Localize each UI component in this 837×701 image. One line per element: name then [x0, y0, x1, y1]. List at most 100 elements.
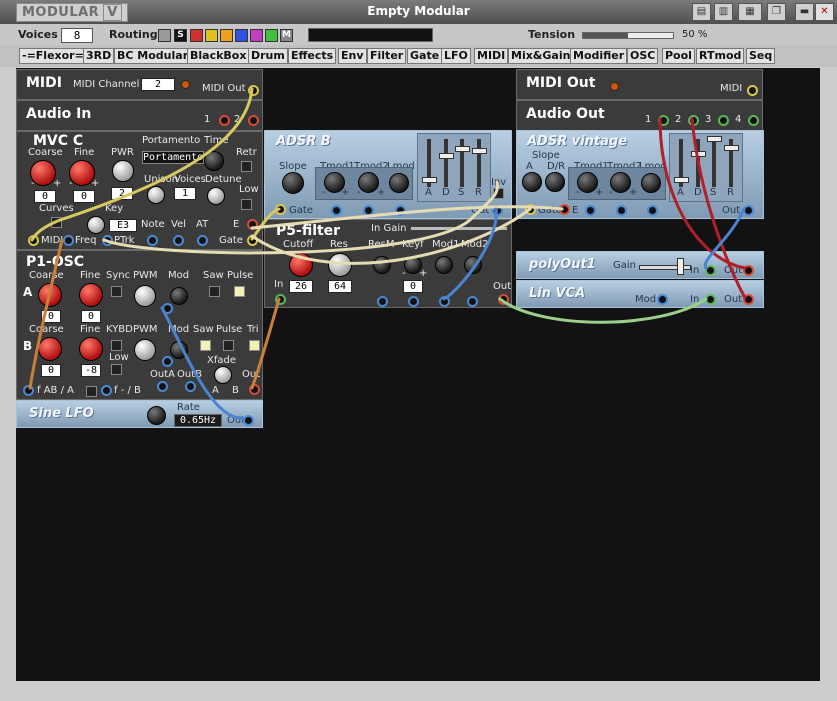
env-port[interactable]: [247, 219, 258, 230]
tmod2-port[interactable]: [616, 205, 627, 216]
save-as-icon[interactable]: ▥: [714, 3, 733, 21]
category-button[interactable]: 3RD: [83, 48, 115, 64]
resm-knob[interactable]: [373, 256, 391, 274]
audio-out-module[interactable]: Audio Out 1 2 3 4: [516, 100, 763, 131]
gain-slider-handle[interactable]: [677, 258, 684, 275]
freq-port[interactable]: [63, 235, 74, 246]
attack-fader-handle[interactable]: [422, 177, 437, 183]
b-pwm-knob[interactable]: [134, 339, 156, 361]
b-pulse-button[interactable]: [223, 340, 234, 351]
detune-knob[interactable]: [207, 187, 225, 205]
f-ab-button[interactable]: [86, 386, 97, 397]
xfade-knob[interactable]: [214, 366, 232, 384]
decay-fader[interactable]: [696, 139, 700, 187]
polyout1-module[interactable]: polyOut1 Gain In Out: [516, 251, 764, 279]
outb-port[interactable]: [185, 381, 196, 392]
audio-in-port-1[interactable]: [219, 115, 230, 126]
lmod-knob[interactable]: [389, 173, 409, 193]
category-button[interactable]: BC Modular: [114, 48, 192, 64]
gate-in-port[interactable]: [275, 204, 286, 215]
routing-color-button[interactable]: [190, 29, 203, 42]
category-button[interactable]: Gate: [407, 48, 443, 64]
routing-m-button[interactable]: M: [280, 29, 293, 42]
close-icon[interactable]: ✕: [815, 3, 834, 21]
decay-fader[interactable]: [444, 139, 448, 187]
audio-out-port-3[interactable]: [718, 115, 729, 126]
slope-dr-knob[interactable]: [545, 172, 565, 192]
sustain-fader[interactable]: [712, 139, 716, 187]
routing-grey-button[interactable]: [158, 29, 171, 42]
audio-out-port-2[interactable]: [688, 115, 699, 126]
routing-color-button[interactable]: [220, 29, 233, 42]
outa-port[interactable]: [157, 381, 168, 392]
release-fader-handle[interactable]: [724, 145, 739, 151]
audio-out-port-4[interactable]: [748, 115, 759, 126]
portamento-mode-select[interactable]: Portamento: [142, 151, 204, 164]
mvc-c-module[interactable]: MVC C Coarse Fine PWR Portamento Time Re…: [16, 131, 263, 250]
a-pulse-button[interactable]: [234, 286, 245, 297]
slope-knob[interactable]: [282, 172, 304, 194]
category-button[interactable]: MIDI: [474, 48, 509, 64]
mod1-port[interactable]: [439, 296, 450, 307]
sync-button[interactable]: [111, 286, 122, 297]
a-mod-knob[interactable]: [170, 287, 188, 305]
adsr-vintage-module[interactable]: ADSR vintage Slope A D/R Tmod1 Tmod2 Lmo…: [516, 130, 764, 219]
p5-filter-module[interactable]: P5-filter In Gain Cutoff Res ResM Keyf M…: [264, 219, 512, 308]
vca-mod-port[interactable]: [657, 294, 668, 305]
time-knob[interactable]: [204, 151, 224, 171]
routing-color-button[interactable]: [265, 29, 278, 42]
invert-button[interactable]: [493, 188, 504, 199]
routing-color-button[interactable]: [250, 29, 263, 42]
tmod1-port[interactable]: [585, 205, 596, 216]
category-button[interactable]: OSC: [627, 48, 659, 64]
category-button[interactable]: -=Flexor=-: [19, 48, 92, 64]
cutoff-knob[interactable]: [289, 253, 313, 277]
vca-in-port[interactable]: [705, 294, 716, 305]
keyboard-icon[interactable]: ▦: [738, 3, 762, 21]
category-button[interactable]: Effects: [288, 48, 337, 64]
tmod2-knob[interactable]: [358, 172, 379, 193]
out-port[interactable]: [249, 384, 260, 395]
copy-icon[interactable]: ❐: [767, 3, 786, 21]
gate-port[interactable]: [247, 235, 258, 246]
adsr-b-module[interactable]: ADSR B Slope Tmod1 Tmod2 Lmod - + - + A …: [264, 130, 512, 219]
routing-color-button[interactable]: [235, 29, 248, 42]
release-fader[interactable]: [477, 139, 481, 187]
routing-s-button[interactable]: S: [174, 29, 187, 42]
note-port[interactable]: [147, 235, 158, 246]
sustain-fader-handle[interactable]: [455, 146, 470, 152]
pwr-knob[interactable]: [112, 160, 134, 182]
low-button[interactable]: [111, 364, 122, 375]
b-mod-knob[interactable]: [170, 341, 188, 359]
f-b-port[interactable]: [101, 385, 112, 396]
sine-lfo-module[interactable]: Sine LFO Rate 0.65Hz Out: [16, 400, 263, 428]
resm-port[interactable]: [377, 296, 388, 307]
polyout-out-port[interactable]: [743, 265, 754, 276]
env-out-port[interactable]: [492, 205, 503, 216]
p1-osc-module[interactable]: P1-OSC Coarse Fine Sync PWM Mod Saw Puls…: [16, 250, 263, 400]
mod2-knob[interactable]: [464, 256, 482, 274]
mod1-knob[interactable]: [435, 256, 453, 274]
midi-out-port[interactable]: [248, 85, 259, 96]
b-saw-button[interactable]: [200, 340, 211, 351]
midi-out-module[interactable]: MIDI Out MIDI: [516, 69, 763, 100]
vel-port[interactable]: [173, 235, 184, 246]
attack-fader-handle[interactable]: [674, 177, 689, 183]
category-button[interactable]: Env: [338, 48, 367, 64]
tmod2-port[interactable]: [363, 205, 374, 216]
a-pwm-knob[interactable]: [134, 285, 156, 307]
tmod1-port[interactable]: [331, 205, 342, 216]
retrigger-button[interactable]: [241, 161, 252, 172]
sustain-fader-handle[interactable]: [707, 136, 722, 142]
unison-knob[interactable]: [147, 186, 165, 204]
audio-in-module[interactable]: Audio In 1 2: [16, 100, 263, 131]
decay-fader-handle[interactable]: [439, 153, 454, 159]
filter-in-port[interactable]: [275, 294, 286, 305]
low-button[interactable]: [241, 199, 252, 210]
a-coarse-knob[interactable]: [38, 283, 62, 307]
category-button[interactable]: Filter: [367, 48, 407, 64]
keyf-port[interactable]: [408, 296, 419, 307]
minimize-icon[interactable]: ▬: [795, 3, 814, 21]
lin-vca-module[interactable]: Lin VCA Mod In Out: [516, 280, 764, 308]
voices-field[interactable]: 8: [61, 28, 93, 43]
